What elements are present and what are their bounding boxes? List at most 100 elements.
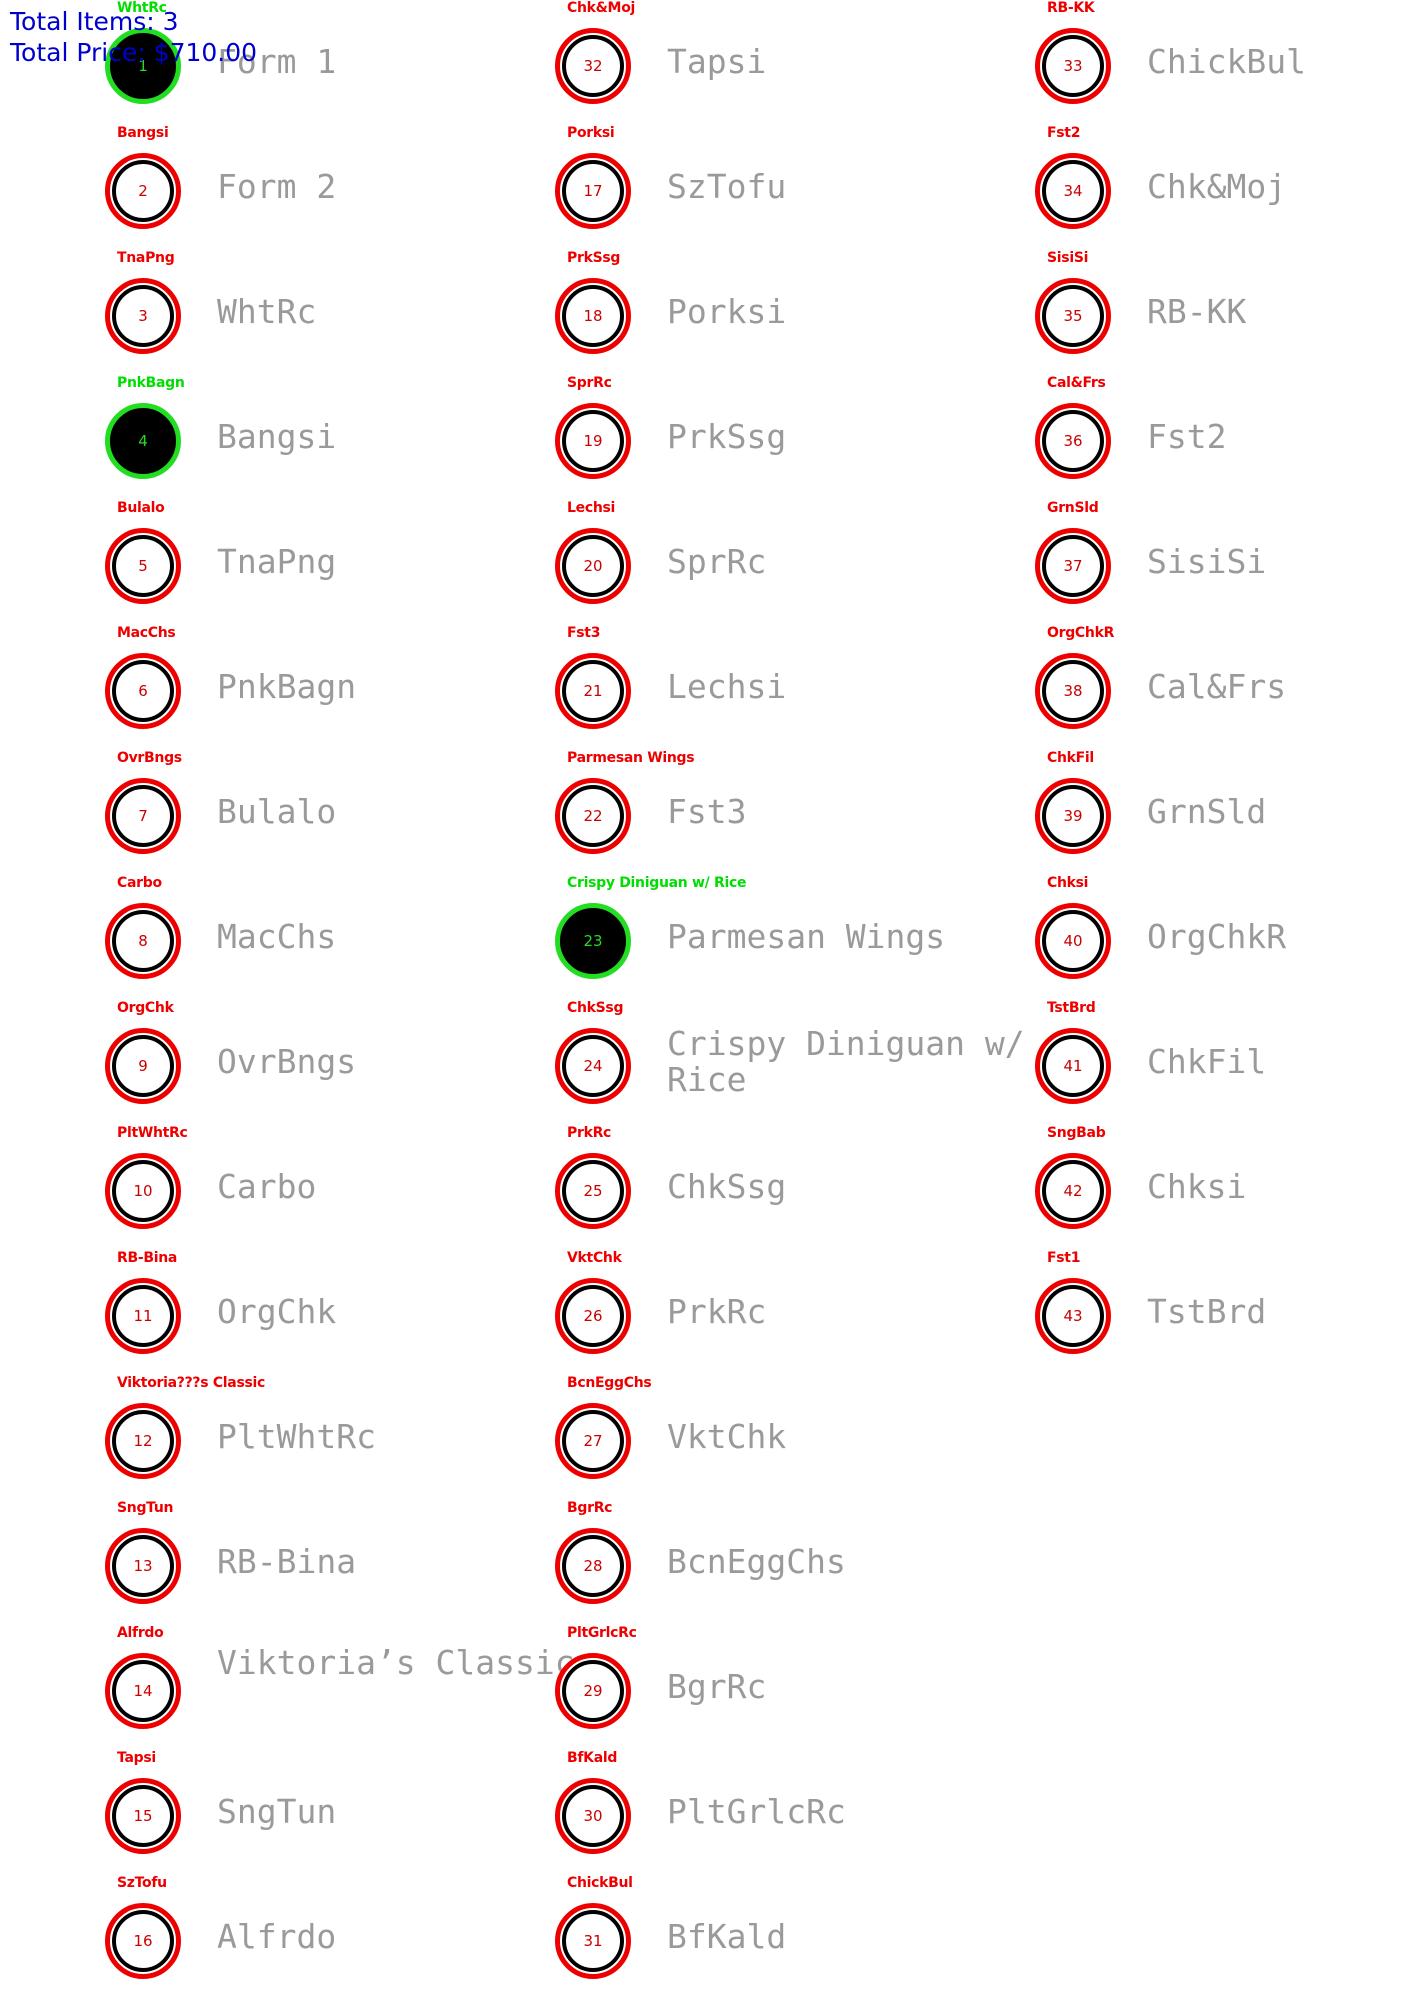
menu-item: RB-KK 33 ChickBul	[1035, 0, 1414, 120]
item-number: 29	[583, 1682, 603, 1700]
select-item-button[interactable]: 6	[105, 653, 181, 729]
select-item-button[interactable]: 5	[105, 528, 181, 604]
menu-item: BgrRc 28 BcnEggChs	[555, 1500, 1025, 1620]
item-name: PltGrlcRc	[667, 1792, 846, 1831]
select-item-button[interactable]: 23	[555, 903, 631, 979]
select-item-button[interactable]: 19	[555, 403, 631, 479]
item-name: PnkBagn	[217, 667, 357, 706]
menu-item: TnaPng 3 WhtRc	[105, 250, 575, 370]
item-number: 12	[133, 1432, 153, 1450]
select-item-button[interactable]: 7	[105, 778, 181, 854]
item-name: Chk&Moj	[1147, 167, 1287, 206]
item-number: 35	[1063, 307, 1083, 325]
item-name: BfKald	[667, 1917, 787, 1956]
item-tag-label: VktChk	[567, 1250, 622, 1266]
select-item-button[interactable]: 41	[1035, 1028, 1111, 1104]
item-number: 28	[583, 1557, 603, 1575]
menu-item: Tapsi 15 SngTun	[105, 1750, 575, 1870]
item-tag-label: Viktoria???s Classic	[117, 1375, 266, 1391]
select-item-button[interactable]: 17	[555, 153, 631, 229]
item-name: Form 1	[217, 42, 337, 81]
item-number: 9	[138, 1057, 148, 1075]
select-item-button[interactable]: 29	[555, 1653, 631, 1729]
select-item-button[interactable]: 31	[555, 1903, 631, 1979]
item-name: MacChs	[217, 917, 337, 956]
select-item-button[interactable]: 18	[555, 278, 631, 354]
select-item-button[interactable]: 14	[105, 1653, 181, 1729]
select-item-button[interactable]: 21	[555, 653, 631, 729]
select-item-button[interactable]: 2	[105, 153, 181, 229]
select-item-button[interactable]: 36	[1035, 403, 1111, 479]
select-item-button[interactable]: 16	[105, 1903, 181, 1979]
item-number: 25	[583, 1182, 603, 1200]
item-name: Crispy Diniguan w/ Rice	[667, 1024, 1025, 1099]
menu-item: SzTofu 16 Alfrdo	[105, 1875, 575, 1995]
select-item-button[interactable]: 43	[1035, 1278, 1111, 1354]
select-item-button[interactable]: 33	[1035, 28, 1111, 104]
item-tag-label: PltWhtRc	[117, 1125, 188, 1141]
select-item-button[interactable]: 3	[105, 278, 181, 354]
item-tag-label: Fst3	[567, 625, 601, 641]
item-tag-label: Cal&Frs	[1047, 375, 1106, 391]
item-number: 21	[583, 682, 603, 700]
item-tag-label: Porksi	[567, 125, 615, 141]
select-item-button[interactable]: 28	[555, 1528, 631, 1604]
item-tag-label: BcnEggChs	[567, 1375, 652, 1391]
select-item-button[interactable]: 22	[555, 778, 631, 854]
item-number: 39	[1063, 807, 1083, 825]
item-tag-label: Carbo	[117, 875, 162, 891]
order-summary: Total Items: 3 Total Price: $710.00	[10, 6, 257, 68]
select-item-button[interactable]: 9	[105, 1028, 181, 1104]
item-number: 32	[583, 57, 603, 75]
select-item-button[interactable]: 39	[1035, 778, 1111, 854]
select-item-button[interactable]: 30	[555, 1778, 631, 1854]
item-number: 30	[583, 1807, 603, 1825]
select-item-button[interactable]: 42	[1035, 1153, 1111, 1229]
item-tag-label: Lechsi	[567, 500, 616, 516]
item-name: Viktoria’s Classic	[217, 1643, 575, 1682]
select-item-button[interactable]: 11	[105, 1278, 181, 1354]
item-number: 5	[138, 557, 148, 575]
item-number: 14	[133, 1682, 153, 1700]
select-item-button[interactable]: 34	[1035, 153, 1111, 229]
select-item-button[interactable]: 4	[105, 403, 181, 479]
menu-item: Porksi 17 SzTofu	[555, 125, 1025, 245]
select-item-button[interactable]: 38	[1035, 653, 1111, 729]
select-item-button[interactable]: 20	[555, 528, 631, 604]
item-name: Tapsi	[667, 42, 767, 81]
select-item-button[interactable]: 25	[555, 1153, 631, 1229]
select-item-button[interactable]: 15	[105, 1778, 181, 1854]
select-item-button[interactable]: 40	[1035, 903, 1111, 979]
select-item-button[interactable]: 32	[555, 28, 631, 104]
menu-item: SngBab 42 Chksi	[1035, 1125, 1414, 1245]
item-number: 36	[1063, 432, 1083, 450]
select-item-button[interactable]: 12	[105, 1403, 181, 1479]
item-number: 37	[1063, 557, 1083, 575]
item-number: 42	[1063, 1182, 1083, 1200]
item-name: BcnEggChs	[667, 1542, 846, 1581]
select-item-button[interactable]: 27	[555, 1403, 631, 1479]
item-name: SzTofu	[667, 167, 787, 206]
item-number: 26	[583, 1307, 603, 1325]
select-item-button[interactable]: 8	[105, 903, 181, 979]
item-number: 19	[583, 432, 603, 450]
menu-item: Fst1 43 TstBrd	[1035, 1250, 1414, 1370]
item-name: GrnSld	[1147, 792, 1267, 831]
item-name: OrgChk	[217, 1292, 337, 1331]
item-name: Bulalo	[217, 792, 337, 831]
total-price-label: Total Price: $710.00	[10, 38, 258, 67]
select-item-button[interactable]: 24	[555, 1028, 631, 1104]
item-tag-label: OrgChkR	[1047, 625, 1115, 641]
item-tag-label: BgrRc	[567, 1500, 613, 1516]
item-tag-label: SprRc	[567, 375, 612, 391]
select-item-button[interactable]: 35	[1035, 278, 1111, 354]
select-item-button[interactable]: 26	[555, 1278, 631, 1354]
select-item-button[interactable]: 37	[1035, 528, 1111, 604]
item-name: Alfrdo	[217, 1917, 337, 1956]
select-item-button[interactable]: 10	[105, 1153, 181, 1229]
item-tag-label: ChickBul	[567, 1875, 633, 1891]
menu-item: ChkSsg 24 Crispy Diniguan w/ Rice	[555, 1000, 1025, 1120]
menu-item: ChkFil 39 GrnSld	[1035, 750, 1414, 870]
item-name: Lechsi	[667, 667, 787, 706]
select-item-button[interactable]: 13	[105, 1528, 181, 1604]
